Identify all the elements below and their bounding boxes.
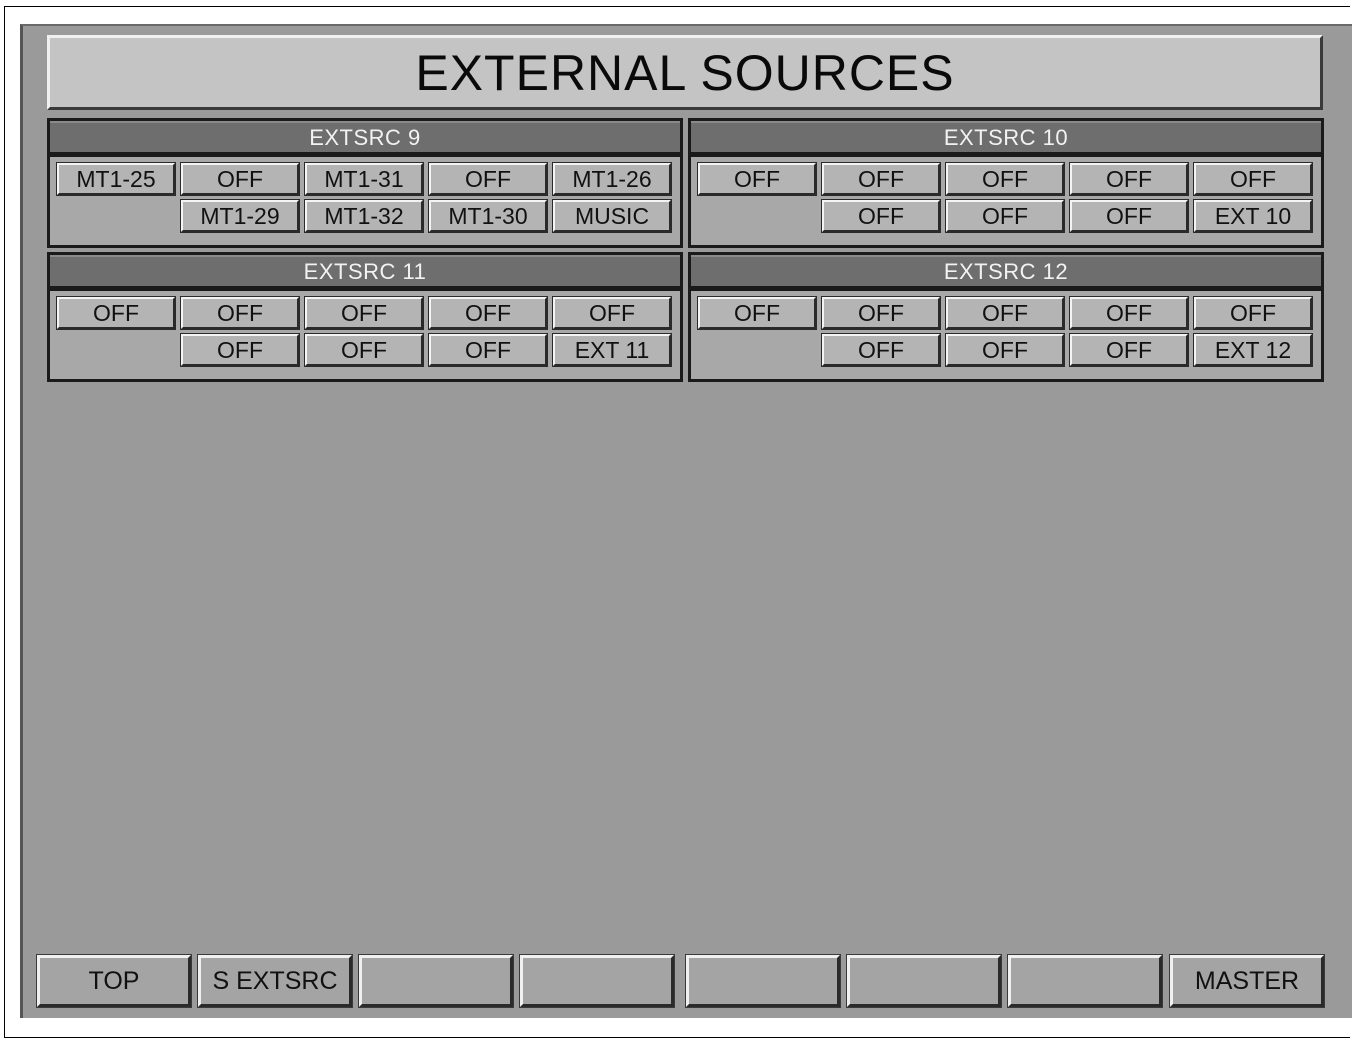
source-button[interactable]: MT1-31 [304,162,424,196]
source-button[interactable]: OFF [428,296,548,330]
source-button[interactable]: OFF [1193,296,1313,330]
source-button[interactable]: MT1-25 [56,162,176,196]
source-button[interactable]: MT1-30 [428,199,548,233]
source-button[interactable]: OFF [428,333,548,367]
source-button[interactable]: OFF [821,333,941,367]
source-button[interactable]: OFF [180,333,300,367]
nav-button-empty-5[interactable] [685,954,841,1008]
source-button[interactable]: OFF [1069,199,1189,233]
panel-header: EXTSRC 9 [50,121,680,154]
source-button[interactable]: OFF [1069,162,1189,196]
source-button[interactable]: OFF [180,296,300,330]
panel-header: EXTSRC 11 [50,255,680,288]
source-button[interactable]: OFF [821,162,941,196]
page-title-bar: EXTERNAL SOURCES [47,35,1323,110]
source-button[interactable]: OFF [304,333,424,367]
source-button[interactable]: OFF [552,296,672,330]
source-button[interactable]: OFF [821,199,941,233]
nav-button-top[interactable]: TOP [36,954,192,1008]
nav-button-empty-3[interactable] [358,954,514,1008]
source-button[interactable]: OFF [304,296,424,330]
panel-body: OFF OFF OFF OFF OFF OFF OFF OFF EXT 11 [50,291,680,379]
panel-body: OFF OFF OFF OFF OFF OFF OFF OFF EXT 12 [691,291,1321,379]
source-button[interactable]: OFF [1193,162,1313,196]
source-button[interactable]: OFF [697,162,817,196]
page-title: EXTERNAL SOURCES [415,44,955,101]
extsrc-panel-11: EXTSRC 11 OFF OFF OFF OFF OFF OFF OFF OF… [47,252,683,382]
extsrc-panel-10: EXTSRC 10 OFF OFF OFF OFF OFF OFF OFF OF… [688,118,1324,248]
nav-button-empty-6[interactable] [846,954,1002,1008]
source-button[interactable]: OFF [945,333,1065,367]
nav-button-s-extsrc[interactable]: S EXTSRC [197,954,353,1008]
nav-button-empty-4[interactable] [519,954,675,1008]
extsrc-panel-9: EXTSRC 9 MT1-25 OFF MT1-31 OFF MT1-26 MT… [47,118,683,248]
source-button[interactable]: OFF [1069,333,1189,367]
source-button[interactable]: EXT 12 [1193,333,1313,367]
source-button[interactable]: OFF [428,162,548,196]
source-button[interactable]: MT1-29 [180,199,300,233]
panel-header: EXTSRC 10 [691,121,1321,154]
nav-button-empty-7[interactable] [1007,954,1163,1008]
source-button[interactable]: OFF [1069,296,1189,330]
source-button[interactable]: OFF [180,162,300,196]
source-button[interactable]: EXT 10 [1193,199,1313,233]
source-button[interactable]: OFF [945,296,1065,330]
source-button[interactable]: OFF [945,162,1065,196]
source-button[interactable]: OFF [821,296,941,330]
source-button[interactable]: MT1-26 [552,162,672,196]
panel-header: EXTSRC 12 [691,255,1321,288]
source-button[interactable]: OFF [697,296,817,330]
source-button[interactable]: MUSIC [552,199,672,233]
panel-body: MT1-25 OFF MT1-31 OFF MT1-26 MT1-29 MT1-… [50,157,680,245]
source-button[interactable]: OFF [945,199,1065,233]
source-button[interactable]: OFF [56,296,176,330]
source-button[interactable]: MT1-32 [304,199,424,233]
extsrc-panel-12: EXTSRC 12 OFF OFF OFF OFF OFF OFF OFF OF… [688,252,1324,382]
nav-button-master[interactable]: MASTER [1169,954,1325,1008]
source-button[interactable]: EXT 11 [552,333,672,367]
panel-body: OFF OFF OFF OFF OFF OFF OFF OFF EXT 10 [691,157,1321,245]
